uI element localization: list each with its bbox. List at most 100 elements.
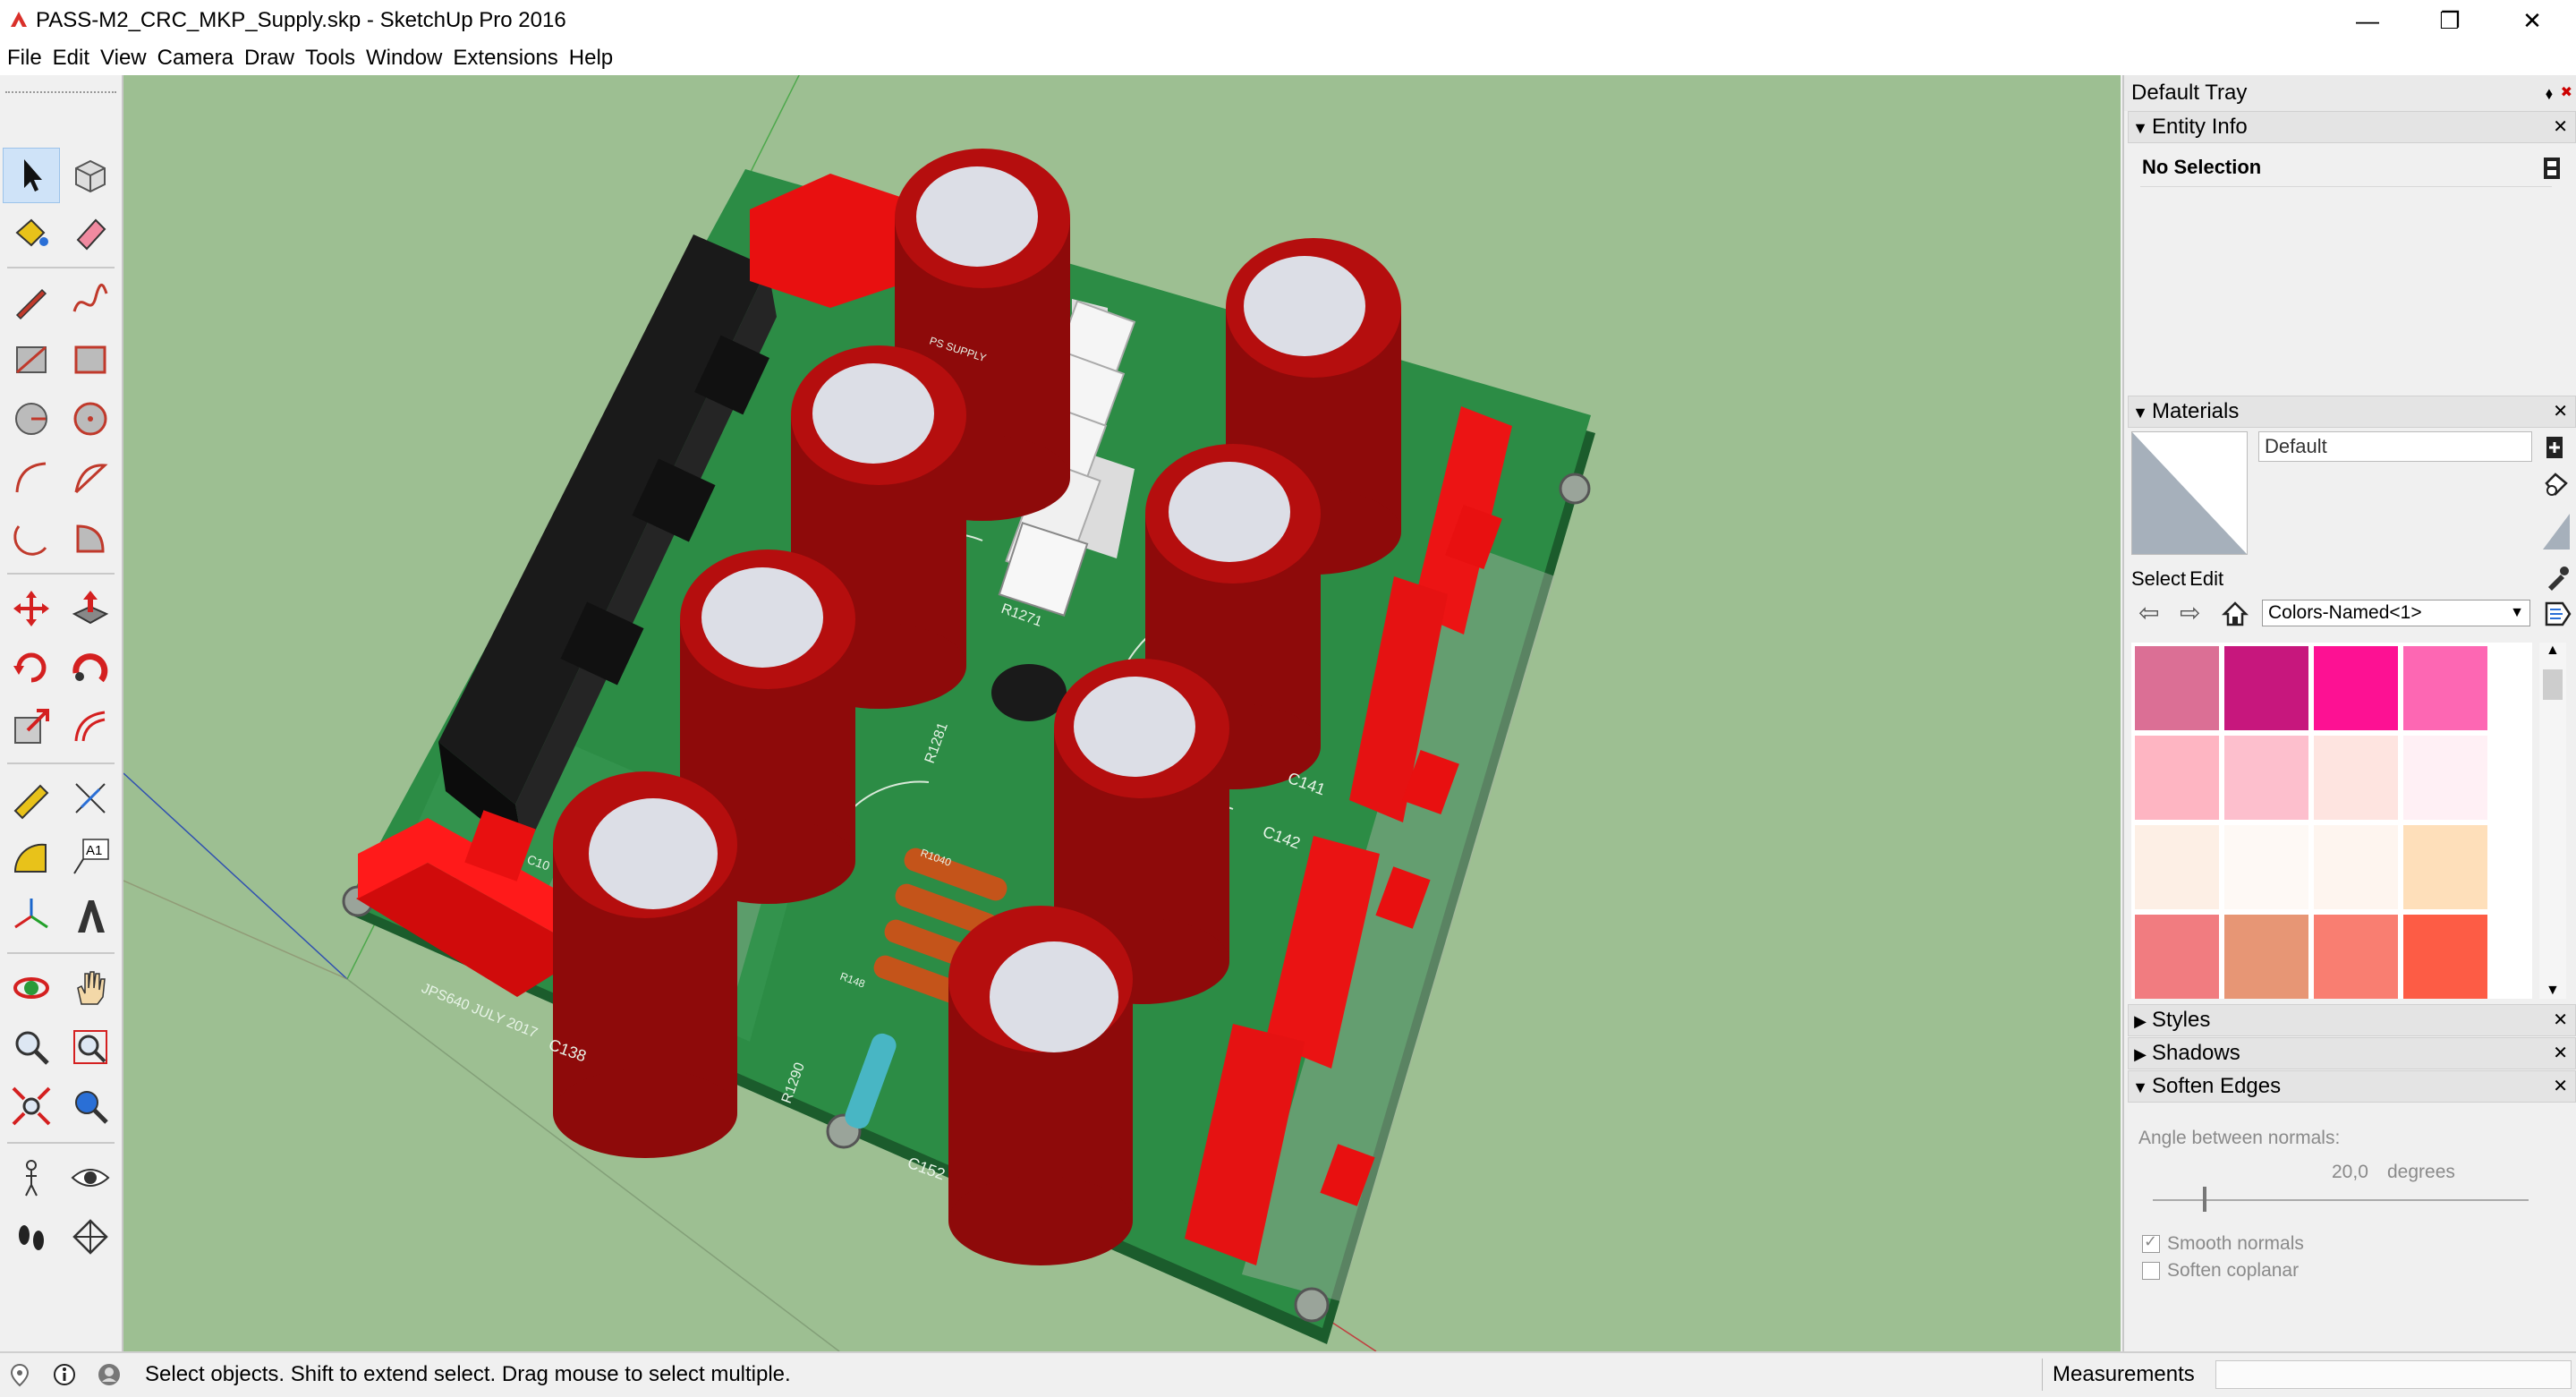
styles-header[interactable]: ▶ Styles ✕: [2128, 1004, 2576, 1036]
follow-me-tool[interactable]: [63, 641, 118, 694]
panel-close-icon[interactable]: ✕: [2553, 1038, 2568, 1069]
protractor-tool[interactable]: [4, 831, 59, 884]
shadows-header[interactable]: ▶ Shadows ✕: [2128, 1037, 2576, 1069]
menu-draw[interactable]: Draw: [239, 41, 300, 75]
line-tool[interactable]: [4, 274, 59, 328]
home-icon[interactable]: [2221, 600, 2249, 628]
scroll-up-icon[interactable]: ▲: [2546, 643, 2560, 659]
text-tool[interactable]: A1: [63, 831, 118, 884]
panel-close-icon[interactable]: ✕: [2553, 112, 2568, 142]
material-swatch[interactable]: [2403, 736, 2487, 820]
material-swatch[interactable]: [2224, 915, 2308, 999]
modeling-viewport[interactable]: PS SUPPLY C141 C142 C138 C152 R1281 R127…: [123, 75, 2121, 1351]
menu-camera[interactable]: Camera: [152, 41, 239, 75]
tape-measure-tool[interactable]: [4, 771, 59, 825]
menu-edit[interactable]: Edit: [47, 41, 95, 75]
material-swatch[interactable]: [2403, 825, 2487, 909]
swatch-scrollbar[interactable]: ▲ ▼: [2539, 643, 2566, 999]
back-arrow-icon[interactable]: ⇦: [2138, 598, 2159, 627]
smooth-normals-checkbox[interactable]: ✓: [2142, 1232, 2160, 1253]
scroll-thumb[interactable]: [2543, 669, 2563, 700]
freehand-tool[interactable]: [63, 274, 118, 328]
material-swatch[interactable]: [2403, 646, 2487, 730]
close-icon[interactable]: ✕: [2491, 0, 2573, 41]
menu-file[interactable]: File: [0, 41, 47, 75]
orbit-tool[interactable]: [4, 961, 59, 1015]
rotated-rectangle-tool[interactable]: [63, 333, 118, 387]
material-swatch[interactable]: [2135, 825, 2219, 909]
axes-tool[interactable]: [4, 890, 59, 943]
move-tool[interactable]: [4, 582, 59, 635]
position-camera-tool[interactable]: [4, 1151, 59, 1205]
polygon-tool[interactable]: [63, 392, 118, 446]
arc-tool[interactable]: [4, 451, 59, 505]
tab-edit[interactable]: Edit: [2189, 567, 2223, 590]
menu-help[interactable]: Help: [564, 41, 618, 75]
measurements-input[interactable]: [2215, 1360, 2572, 1389]
two-point-arc-tool[interactable]: [63, 451, 118, 505]
three-point-arc-tool[interactable]: [4, 510, 59, 564]
zoom-window-tool[interactable]: [63, 1020, 118, 1074]
offset-tool[interactable]: [63, 700, 118, 754]
material-swatch[interactable]: [2314, 915, 2398, 999]
material-name-field[interactable]: Default: [2258, 431, 2532, 462]
eraser-tool[interactable]: [63, 206, 118, 260]
tray-pin-icon[interactable]: ⬧: [2546, 75, 2553, 111]
menu-view[interactable]: View: [95, 41, 152, 75]
create-material-icon[interactable]: [2545, 435, 2564, 460]
material-swatch[interactable]: [2314, 825, 2398, 909]
user-account-icon[interactable]: [97, 1362, 122, 1387]
panel-close-icon[interactable]: ✕: [2553, 1005, 2568, 1035]
material-swatch[interactable]: [2135, 736, 2219, 820]
geolocation-icon[interactable]: [7, 1362, 32, 1387]
rotate-tool[interactable]: [4, 641, 59, 694]
scale-tool[interactable]: [4, 700, 59, 754]
details-menu-icon[interactable]: [2545, 601, 2572, 626]
material-swatch[interactable]: [2224, 736, 2308, 820]
entity-info-header[interactable]: ▼ Entity Info ✕: [2128, 111, 2576, 143]
material-swatch[interactable]: [2135, 915, 2219, 999]
zoom-tool[interactable]: [4, 1020, 59, 1074]
material-swatch[interactable]: [2314, 646, 2398, 730]
select-tool[interactable]: [3, 148, 60, 203]
section-plane-tool[interactable]: [63, 1210, 118, 1264]
circle-tool[interactable]: [4, 392, 59, 446]
menu-window[interactable]: Window: [361, 41, 447, 75]
scroll-down-icon[interactable]: ▼: [2546, 983, 2560, 999]
eyedropper-icon[interactable]: [2545, 566, 2570, 591]
material-swatch[interactable]: [2224, 646, 2308, 730]
soften-coplanar-checkbox[interactable]: [2142, 1262, 2160, 1280]
look-around-tool[interactable]: [63, 1151, 118, 1205]
rectangle-tool[interactable]: [4, 333, 59, 387]
materials-header[interactable]: ▼ Materials ✕: [2128, 396, 2576, 428]
soften-edges-header[interactable]: ▼ Soften Edges ✕: [2128, 1070, 2576, 1103]
panel-close-icon[interactable]: ✕: [2553, 396, 2568, 427]
material-swatch[interactable]: [2314, 736, 2398, 820]
angle-slider-track[interactable]: [2153, 1199, 2529, 1201]
pan-tool[interactable]: [63, 961, 118, 1015]
forward-arrow-icon[interactable]: ⇨: [2180, 598, 2200, 627]
angle-slider-knob[interactable]: [2203, 1187, 2206, 1212]
tray-close-icon[interactable]: ✖: [2561, 75, 2572, 111]
previous-view-tool[interactable]: [63, 1079, 118, 1133]
tab-select[interactable]: Select: [2131, 567, 2186, 590]
restore-icon[interactable]: ❐: [2409, 0, 2491, 41]
info-icon[interactable]: [52, 1362, 77, 1387]
zoom-extents-tool[interactable]: [4, 1079, 59, 1133]
paint-bucket-tool[interactable]: [4, 206, 59, 260]
menu-tools[interactable]: Tools: [300, 41, 361, 75]
paint-bucket-icon[interactable]: [2543, 471, 2570, 498]
panel-close-icon[interactable]: ✕: [2553, 1071, 2568, 1102]
material-swatch[interactable]: [2135, 646, 2219, 730]
material-collection-dropdown[interactable]: Colors-Named<1> ▼: [2262, 600, 2530, 626]
entity-toggle-icon[interactable]: [2542, 156, 2562, 181]
push-pull-tool[interactable]: [63, 582, 118, 635]
3d-text-tool[interactable]: [63, 890, 118, 943]
dimension-tool[interactable]: [63, 771, 118, 825]
pie-tool[interactable]: [63, 510, 118, 564]
toolbar-grip[interactable]: [5, 91, 116, 97]
walk-tool[interactable]: [4, 1210, 59, 1264]
sample-material-icon[interactable]: [2543, 514, 2570, 549]
minimize-icon[interactable]: —: [2326, 0, 2409, 41]
material-swatch[interactable]: [2403, 915, 2487, 999]
